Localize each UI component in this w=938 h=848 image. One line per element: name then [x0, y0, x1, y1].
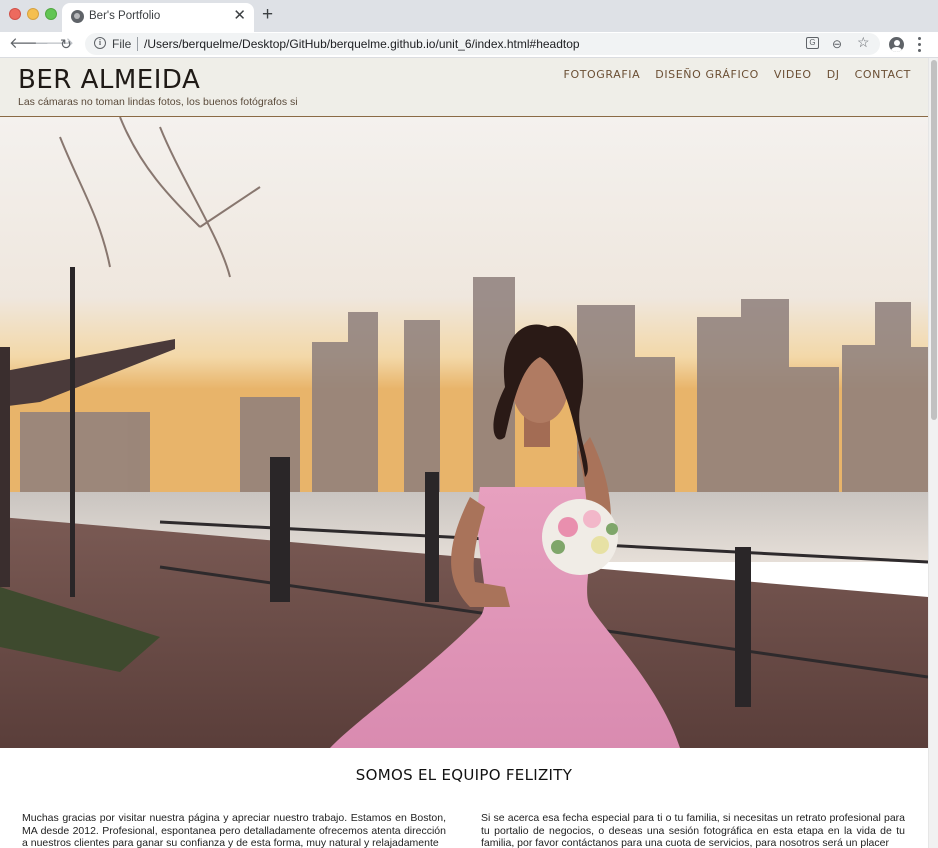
tab-strip: Ber's Portfolio ✕ + — [0, 0, 938, 32]
nav-link-video[interactable]: VIDEO — [774, 68, 812, 81]
close-icon[interactable]: ✕ — [233, 7, 246, 25]
page-scrollbar[interactable] — [928, 58, 938, 848]
browser-toolbar: 🡐 🡒 ↻ i File /Users/berquelme/Desktop/Gi… — [0, 32, 938, 58]
translate-icon[interactable]: G — [806, 37, 819, 49]
account-icon[interactable] — [889, 37, 904, 52]
new-tab-button[interactable]: + — [262, 5, 273, 25]
star-icon[interactable]: ☆ — [857, 35, 870, 49]
maximize-window-button[interactable] — [45, 8, 57, 20]
nav-link-dj[interactable]: DJ — [827, 68, 840, 81]
site-brand[interactable]: BER ALMEIDA — [18, 65, 200, 95]
menu-icon[interactable] — [918, 37, 922, 52]
intro-text-right: Si se acerca esa fecha especial para ti … — [481, 812, 905, 848]
omnibox-divider — [137, 37, 138, 51]
scrollbar-thumb[interactable] — [931, 60, 937, 420]
globe-icon — [71, 10, 84, 23]
site-header: BER ALMEIDA Las cámaras no toman lindas … — [0, 58, 928, 117]
nav-link-contact[interactable]: CONTACT — [855, 68, 911, 81]
file-scheme-label: File — [112, 37, 132, 51]
nav-link-fotografia[interactable]: FOTOGRAFIA — [564, 68, 641, 81]
section-title: SOMOS EL EQUIPO FELIZITY — [355, 766, 573, 784]
minimize-window-button[interactable] — [27, 8, 39, 20]
hero-photo — [0, 117, 928, 748]
intro-text-left: Muchas gracias por visitar nuestra págin… — [22, 812, 446, 848]
info-icon[interactable]: i — [94, 37, 106, 49]
tab-title: Ber's Portfolio — [89, 10, 161, 22]
site-tagline: Las cámaras no toman lindas fotos, los b… — [18, 96, 298, 108]
page-viewport: BER ALMEIDA Las cámaras no toman lindas … — [0, 58, 938, 848]
browser-tab-active[interactable]: Ber's Portfolio ✕ — [62, 3, 254, 32]
main-nav: FOTOGRAFIA DISEÑO GRÁFICO VIDEO DJ CONTA… — [564, 68, 911, 81]
reload-icon[interactable]: ↻ — [60, 35, 72, 53]
nav-link-diseno-grafico[interactable]: DISEÑO GRÁFICO — [655, 68, 759, 81]
url-text[interactable]: /Users/berquelme/Desktop/GitHub/berquelm… — [144, 37, 580, 51]
address-bar[interactable]: i File /Users/berquelme/Desktop/GitHub/b… — [85, 33, 880, 55]
zoom-icon[interactable]: ⊖ — [832, 37, 842, 51]
close-window-button[interactable] — [9, 8, 21, 20]
